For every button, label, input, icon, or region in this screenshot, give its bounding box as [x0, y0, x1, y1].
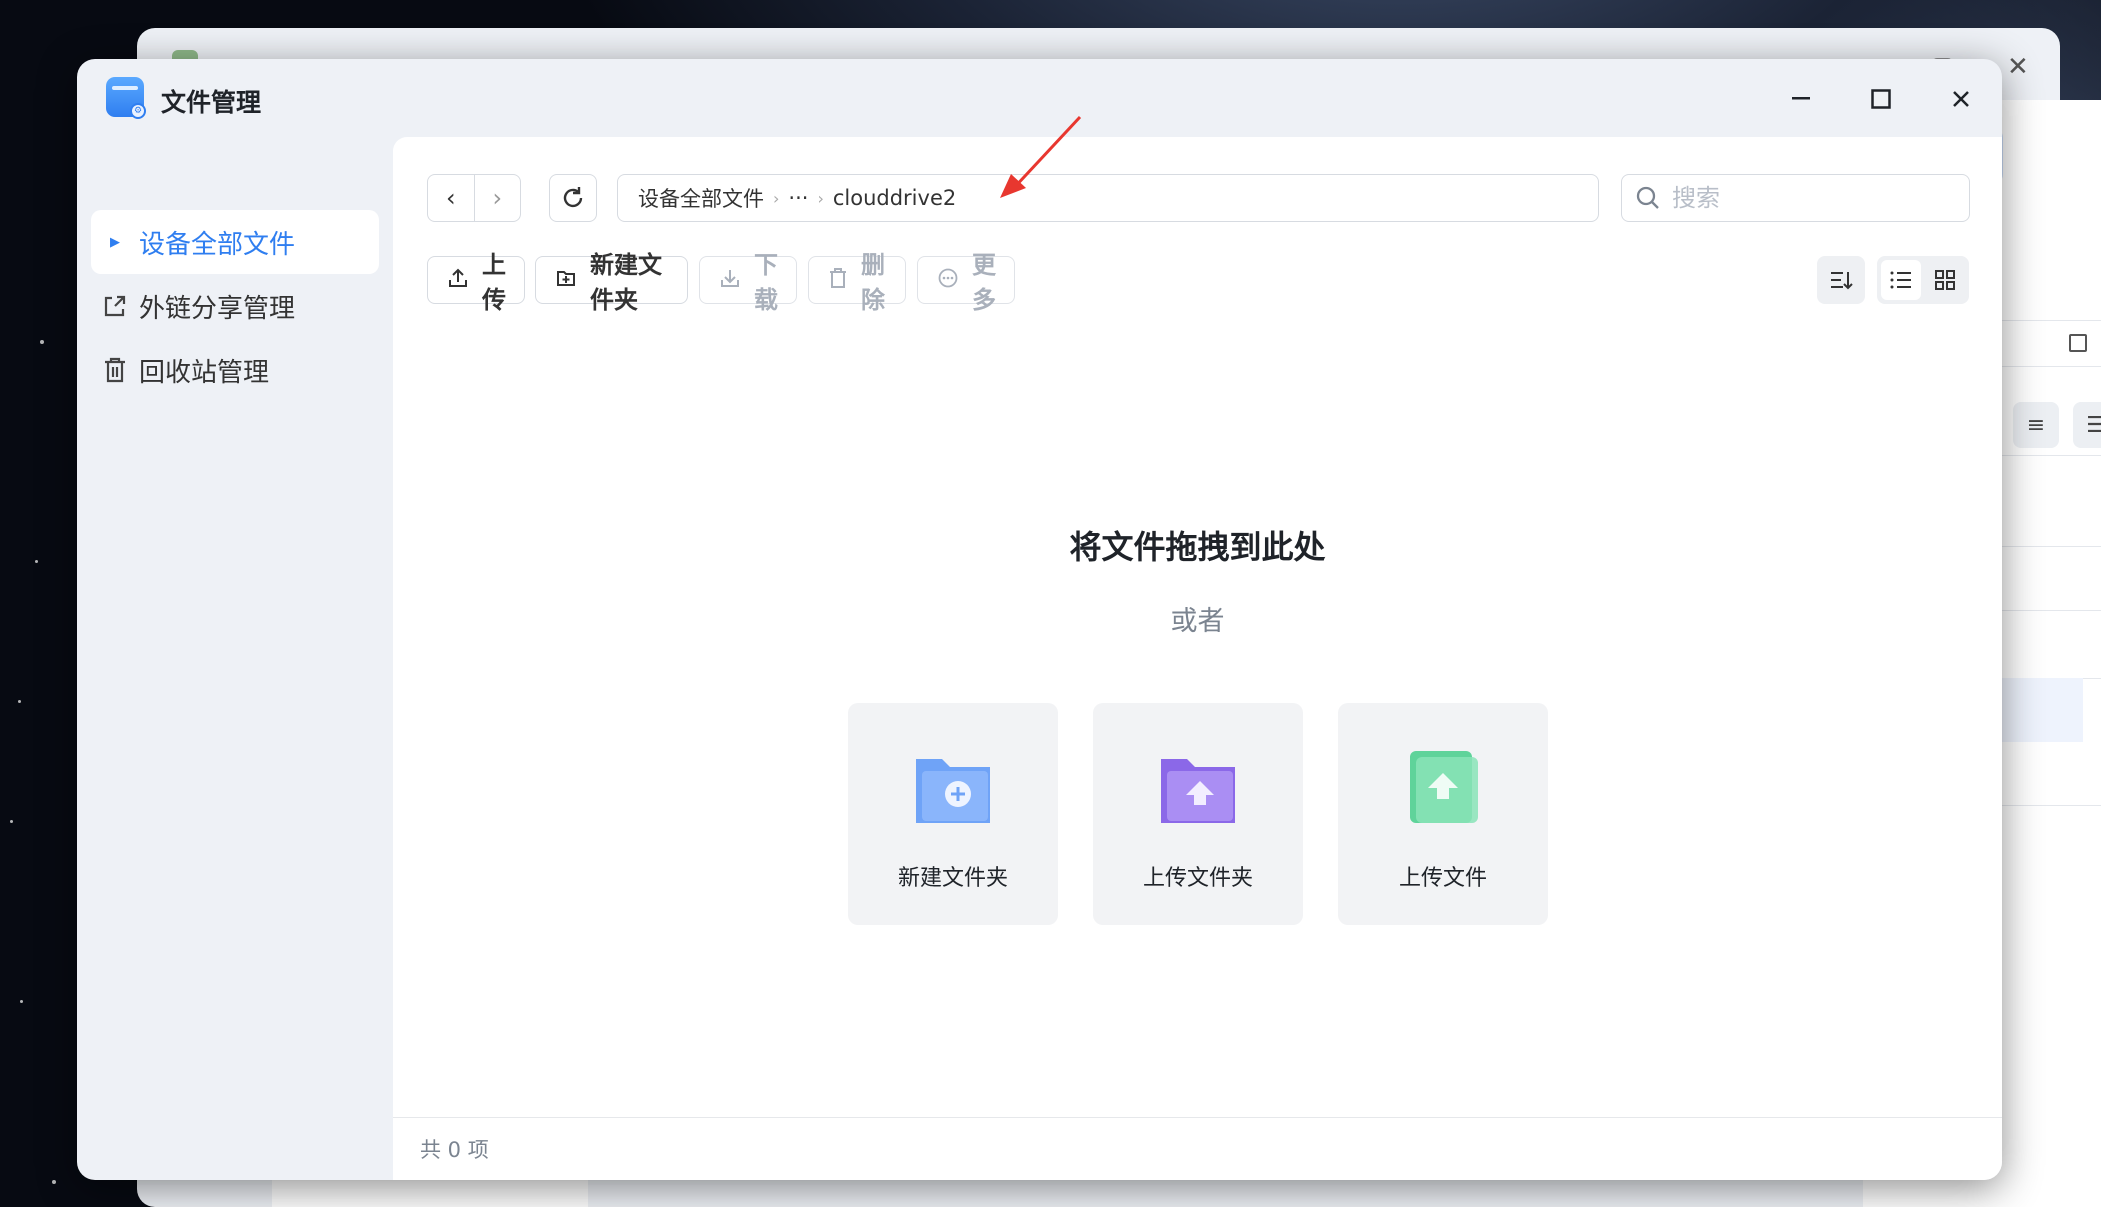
maximize-icon: [1871, 89, 1891, 109]
list-view-icon: [1890, 271, 1911, 289]
refresh-button[interactable]: [549, 174, 597, 222]
star: [10, 820, 13, 823]
star: [18, 700, 21, 703]
maximize-button[interactable]: [1861, 79, 1901, 119]
file-manager-app-icon: ⚙: [106, 77, 146, 119]
card-label: 新建文件夹: [897, 866, 1008, 891]
more-icon: [938, 268, 958, 293]
sidebar-item-share-links[interactable]: 外链分享管理: [91, 274, 379, 338]
sidebar-item-all-files[interactable]: ▶ 设备全部文件: [91, 210, 379, 274]
star: [40, 340, 44, 344]
new-folder-icon: [556, 268, 576, 293]
upload-icon: [448, 268, 468, 293]
back-button[interactable]: ‹: [428, 175, 474, 221]
trash-icon: [829, 267, 847, 293]
card-label: 上传文件: [1398, 866, 1487, 891]
sidebar-item-recycle-bin[interactable]: 回收站管理: [91, 338, 379, 402]
upload-file-icon: [1410, 751, 1478, 823]
list-view-button[interactable]: [1881, 260, 1921, 300]
caret-right-icon: ▶: [110, 234, 120, 250]
breadcrumb-current[interactable]: clouddrive2: [833, 186, 956, 210]
breadcrumb-root[interactable]: 设备全部文件: [638, 183, 764, 213]
trash-icon: [91, 357, 139, 383]
more-label: 更多: [972, 251, 996, 314]
download-button[interactable]: 下载: [699, 251, 797, 314]
chevron-right-icon: ›: [817, 188, 824, 208]
history-nav: ‹ ›: [427, 174, 521, 222]
download-label: 下载: [754, 251, 778, 314]
card-label: 上传文件夹: [1142, 866, 1253, 891]
chevron-right-icon: ›: [773, 188, 780, 208]
file-manager-window: ⚙ 文件管理 ▶ 设备全部文件 外链分享管理 回收站管理 ‹ › 设备全部文件 …: [77, 59, 2002, 1180]
new-folder-button[interactable]: 新建文件夹: [535, 251, 688, 314]
status-bar: 共 0 项: [393, 1117, 2002, 1180]
upload-file-card[interactable]: 上传文件: [1338, 703, 1548, 925]
drop-zone-or: 或者: [1170, 606, 1225, 637]
sidebar: ▶ 设备全部文件 外链分享管理 回收站管理: [77, 137, 393, 1180]
upload-button[interactable]: 上传: [427, 251, 525, 314]
main-content: ‹ › 设备全部文件 › ··· › clouddrive2 上传 新建文件夹 …: [393, 137, 2002, 1180]
breadcrumb[interactable]: 设备全部文件 › ··· › clouddrive2: [617, 174, 1599, 222]
item-count: 共 0 项: [420, 1138, 489, 1162]
delete-button[interactable]: 删除: [808, 251, 906, 314]
new-folder-label: 新建文件夹: [590, 251, 662, 314]
forward-button[interactable]: ›: [473, 175, 521, 221]
background-close-button[interactable]: ✕: [2007, 52, 2029, 82]
background-window-bottom: [272, 1180, 588, 1207]
close-button[interactable]: [1941, 79, 1981, 119]
star: [52, 1180, 56, 1184]
sidebar-item-label: 设备全部文件: [139, 229, 296, 260]
background-sort-icon[interactable]: ≡: [2013, 402, 2059, 448]
grid-view-icon: [1935, 270, 1955, 290]
share-icon: [91, 293, 139, 319]
search-icon: [1636, 186, 1659, 209]
title-bar[interactable]: ⚙ 文件管理: [77, 59, 2002, 137]
grid-view-button[interactable]: [1925, 260, 1965, 300]
sort-button[interactable]: [1817, 256, 1865, 304]
new-folder-card[interactable]: 新建文件夹: [848, 703, 1058, 925]
sidebar-item-label: 回收站管理: [139, 357, 270, 388]
new-folder-icon: [916, 759, 990, 823]
upload-label: 上传: [482, 251, 506, 314]
star: [35, 560, 38, 563]
drop-zone-title: 将文件拖拽到此处: [1069, 528, 1326, 566]
download-icon: [720, 268, 740, 293]
minimize-button[interactable]: [1781, 79, 1821, 119]
search-input[interactable]: [1672, 184, 1952, 212]
background-list-icon[interactable]: ☰: [2073, 402, 2101, 448]
upload-folder-card[interactable]: 上传文件夹: [1093, 703, 1303, 925]
star: [20, 1000, 23, 1003]
close-icon: [1953, 91, 1969, 107]
refresh-icon: [563, 187, 583, 208]
sort-icon: [1831, 272, 1853, 290]
app-title: 文件管理: [161, 88, 262, 117]
more-button[interactable]: 更多: [917, 251, 1015, 314]
delete-label: 删除: [861, 251, 885, 314]
search-box[interactable]: [1621, 174, 1970, 222]
sidebar-item-label: 外链分享管理: [139, 293, 296, 324]
background-square-icon: [2069, 334, 2087, 352]
breadcrumb-ellipsis[interactable]: ···: [788, 186, 808, 210]
minimize-icon: [1792, 97, 1810, 100]
view-toggle: [1877, 256, 1969, 304]
upload-folder-icon: [1161, 759, 1235, 823]
